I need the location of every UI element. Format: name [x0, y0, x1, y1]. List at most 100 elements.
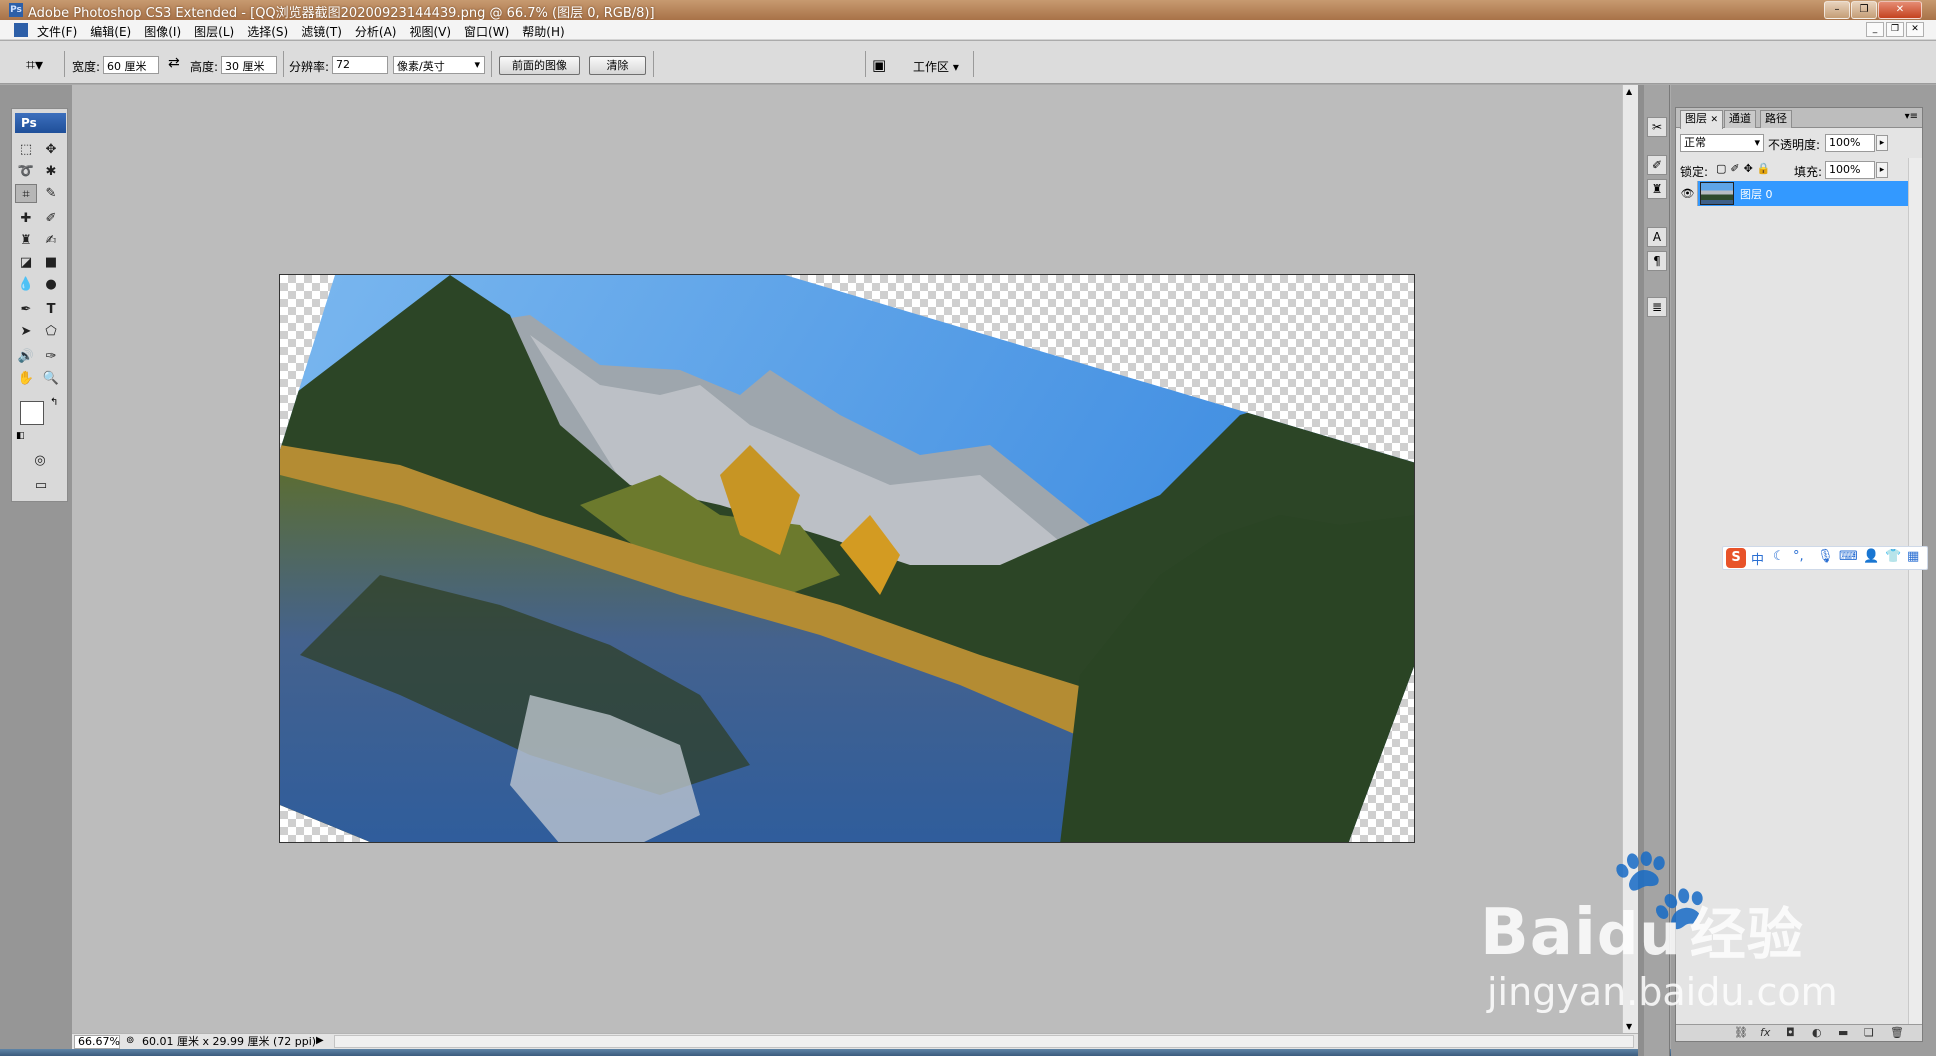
doc-minimize-icon[interactable]: _	[1866, 22, 1884, 37]
link-layers-icon[interactable]: ⛓	[1734, 1026, 1748, 1039]
menu-window[interactable]: 窗口(W)	[464, 23, 509, 40]
notes-icon[interactable]: 🔊	[15, 347, 37, 366]
shirt-icon[interactable]: 👕	[1885, 549, 1901, 564]
menu-file[interactable]: 文件(F)	[37, 23, 77, 40]
layers-scrollbar[interactable]	[1908, 158, 1922, 1025]
minimize-icon[interactable]: –	[1824, 1, 1850, 19]
tab-layers[interactable]: 图层 ✕	[1680, 110, 1724, 129]
dodge-icon[interactable]: ●	[40, 275, 62, 294]
menu-edit[interactable]: 编辑(E)	[90, 23, 131, 40]
menu-analysis[interactable]: 分析(A)	[355, 23, 397, 40]
restore-icon[interactable]: ❐	[1851, 1, 1877, 19]
opacity-field[interactable]: 100%	[1825, 134, 1875, 152]
eye-icon[interactable]: 👁	[1678, 181, 1698, 206]
palette-well-icon[interactable]: ▣	[872, 56, 886, 74]
status-menu-arrow-icon[interactable]: ▶	[316, 1035, 324, 1046]
resolution-unit-select[interactable]: 像素/英寸 ▾	[393, 56, 485, 74]
menu-filter[interactable]: 滤镜(T)	[301, 23, 342, 40]
layer-name[interactable]: 图层 0	[1740, 186, 1773, 202]
tab-paths[interactable]: 路径	[1760, 110, 1792, 128]
width-field[interactable]: 60 厘米	[103, 56, 159, 74]
moon-icon[interactable]: ☾	[1773, 549, 1785, 564]
new-group-icon[interactable]: ▬	[1838, 1026, 1848, 1039]
front-image-button[interactable]: 前面的图像	[499, 56, 580, 75]
microphone-icon[interactable]: 🎙	[1817, 549, 1834, 564]
landscape-photo	[280, 275, 1414, 842]
lock-options-icon[interactable]: ▢✐✥🔒	[1716, 162, 1775, 175]
tab-channels[interactable]: 通道	[1724, 110, 1756, 128]
fill-field[interactable]: 100%	[1825, 161, 1875, 179]
sogou-logo-icon[interactable]: S	[1726, 548, 1746, 568]
quick-mask-icon[interactable]: ◎	[29, 451, 51, 470]
blend-mode-select[interactable]: 正常 ▾	[1680, 134, 1764, 152]
fill-slider-arrow-icon[interactable]: ▸	[1876, 162, 1888, 178]
character-icon[interactable]: A	[1647, 227, 1667, 247]
shape-icon[interactable]: ⬠	[40, 322, 62, 341]
zoom-field[interactable]: 66.67%	[74, 1035, 120, 1049]
keyboard-icon[interactable]: ⌨	[1839, 549, 1858, 564]
close-icon[interactable]: ✕	[1711, 115, 1719, 125]
healing-brush-icon[interactable]: ✚	[15, 209, 37, 228]
pen-icon[interactable]: ✒	[15, 300, 37, 319]
lasso-icon[interactable]: ➰	[15, 162, 37, 181]
resolution-field[interactable]: 72	[332, 56, 388, 74]
foreground-color-swatch[interactable]	[20, 401, 44, 425]
path-selection-icon[interactable]: ➤	[15, 322, 37, 341]
brushes-icon[interactable]: ✐	[1647, 155, 1667, 175]
scroll-down-icon[interactable]: ▼	[1626, 1022, 1632, 1031]
type-icon[interactable]: T	[40, 300, 62, 319]
close-icon[interactable]: ✕	[1878, 1, 1922, 19]
watermark-du-text: du	[1596, 900, 1682, 968]
screen-mode-icon[interactable]: ▭	[27, 476, 55, 495]
menu-select[interactable]: 选择(S)	[247, 23, 288, 40]
crop-icon[interactable]: ⌗	[15, 184, 37, 203]
zoom-icon[interactable]: 🔍	[40, 369, 62, 388]
layer-mask-icon[interactable]: ◘	[1786, 1026, 1795, 1039]
menu-view[interactable]: 视图(V)	[409, 23, 451, 40]
panel-menu-icon[interactable]: ▾≡	[1905, 111, 1918, 122]
image-canvas[interactable]	[279, 274, 1415, 843]
magic-wand-icon[interactable]: ✱	[40, 162, 62, 181]
scroll-up-icon[interactable]: ▲	[1626, 87, 1632, 96]
opacity-slider-arrow-icon[interactable]: ▸	[1876, 135, 1888, 151]
swap-colors-icon[interactable]: ↰	[50, 397, 58, 408]
doc-close-icon[interactable]: ✕	[1906, 22, 1924, 37]
clone-stamp-icon[interactable]: ♜	[15, 231, 37, 250]
menu-image[interactable]: 图像(I)	[144, 23, 181, 40]
default-colors-icon[interactable]: ◧	[16, 431, 25, 441]
adjustment-layer-icon[interactable]: ◐	[1812, 1026, 1822, 1039]
hand-icon[interactable]: ✋	[15, 369, 37, 388]
swap-icon[interactable]: ⇄	[168, 55, 180, 71]
layer-row[interactable]: 👁 图层 0	[1678, 181, 1910, 206]
menu-layer[interactable]: 图层(L)	[194, 23, 234, 40]
workspace-menu[interactable]: 工作区 ▾	[913, 58, 959, 75]
user-icon[interactable]: 👤	[1863, 549, 1879, 564]
grid-icon[interactable]: ▦	[1907, 549, 1919, 564]
slice-icon[interactable]: ✎	[40, 184, 62, 203]
eraser-icon[interactable]: ◪	[15, 253, 37, 272]
new-layer-icon[interactable]: ❏	[1864, 1026, 1874, 1039]
punctuation-icon[interactable]: °,	[1793, 549, 1804, 564]
move-icon[interactable]: ✥	[40, 140, 62, 159]
menu-help[interactable]: 帮助(H)	[522, 23, 564, 40]
blur-icon[interactable]: 💧	[15, 275, 37, 294]
info-panel-icon[interactable]: ≣	[1647, 297, 1667, 317]
clone-source-icon[interactable]: ♜	[1647, 179, 1667, 199]
horizontal-scrollbar[interactable]	[334, 1035, 1634, 1048]
crop-tool-preset-icon[interactable]: ⌗▾	[26, 55, 43, 75]
document-icon[interactable]	[14, 23, 28, 37]
gradient-icon[interactable]: ■	[40, 253, 62, 272]
doc-restore-icon[interactable]: ❐	[1886, 22, 1904, 37]
layer-style-icon[interactable]: fx	[1760, 1026, 1770, 1039]
ime-mode-label[interactable]: 中	[1751, 549, 1764, 568]
eyedropper-icon[interactable]: ✑	[40, 347, 62, 366]
brush-icon[interactable]: ✐	[40, 209, 62, 228]
history-brush-icon[interactable]: ✍	[40, 231, 62, 250]
delete-layer-icon[interactable]: 🗑	[1890, 1026, 1904, 1039]
tool-presets-icon[interactable]: ✂	[1647, 117, 1667, 137]
height-field[interactable]: 30 厘米	[221, 56, 277, 74]
info-icon[interactable]: ⊚	[126, 1035, 134, 1046]
clear-button[interactable]: 清除	[589, 56, 646, 75]
marquee-icon[interactable]: ⬚	[15, 140, 37, 159]
paragraph-icon[interactable]: ¶	[1647, 251, 1667, 271]
